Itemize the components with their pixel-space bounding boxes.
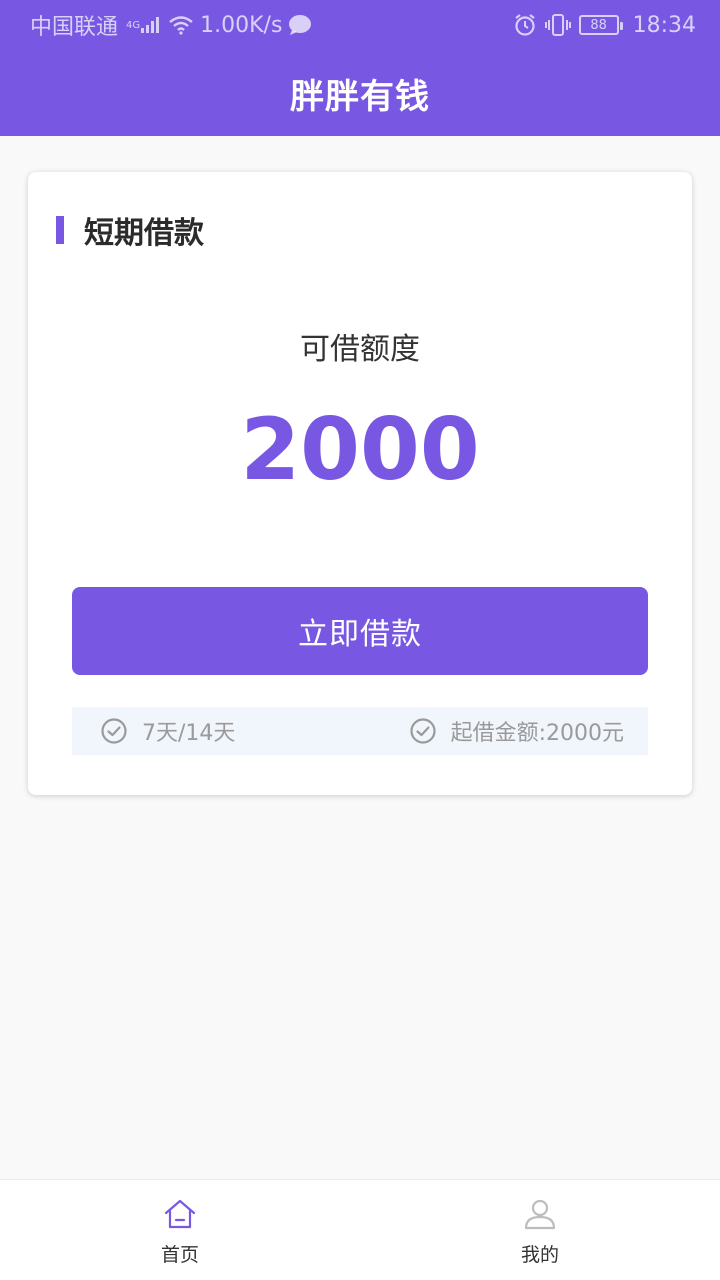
loan-term-info: 7天/14天: [100, 715, 235, 747]
status-right: 88 18:34: [513, 13, 696, 38]
quota-amount: 2000: [240, 400, 480, 500]
battery-icon: 88: [578, 15, 623, 35]
page-title: 胖胖有钱: [290, 76, 430, 117]
bottom-nav: 首页 我的: [0, 1179, 720, 1280]
battery-level: 88: [590, 17, 607, 33]
user-icon: [523, 1198, 557, 1230]
network-type: 4G: [126, 19, 141, 31]
screen: 中国联通 4G 1.00K/s 88 18:34 胖胖有钱 短期借款 可借额度 …: [0, 0, 720, 1280]
network-speed: 1.00K/s: [200, 12, 283, 38]
clock: 18:34: [632, 12, 696, 38]
status-bar: 中国联通 4G 1.00K/s 88 18:34: [0, 0, 720, 50]
app-header: 胖胖有钱: [0, 50, 720, 136]
short-term-loan-card: 短期借款 可借额度 2000 立即借款 7天/14天 起借金额:2000元: [28, 172, 692, 795]
status-left: 中国联通 4G 1.00K/s: [30, 9, 312, 41]
loan-term-text: 7天/14天: [142, 721, 236, 746]
min-amount-text: 起借金额:2000元: [450, 721, 624, 746]
loan-info-strip: 7天/14天 起借金额:2000元: [72, 707, 648, 755]
min-amount-info: 起借金额:2000元: [409, 715, 624, 747]
signal-icon: 4G: [124, 16, 162, 34]
wifi-icon: [168, 15, 194, 35]
vibrate-icon: [544, 13, 571, 37]
check-circle-icon: [409, 717, 437, 745]
quota-label: 可借额度: [300, 332, 420, 367]
nav-label-home: 首页: [160, 1244, 199, 1266]
nav-item-mine[interactable]: 我的: [360, 1180, 720, 1280]
nav-item-home[interactable]: 首页: [0, 1180, 360, 1280]
borrow-now-button[interactable]: 立即借款: [72, 587, 648, 675]
alarm-icon: [513, 13, 537, 37]
title-accent-bar: [56, 216, 64, 244]
check-circle-icon: [100, 717, 128, 745]
nav-label-mine: 我的: [520, 1244, 559, 1266]
home-icon: [163, 1198, 197, 1230]
message-icon: [288, 14, 312, 36]
card-header: 短期借款: [56, 208, 204, 252]
card-title: 短期借款: [84, 216, 204, 251]
carrier-label: 中国联通: [30, 15, 119, 40]
